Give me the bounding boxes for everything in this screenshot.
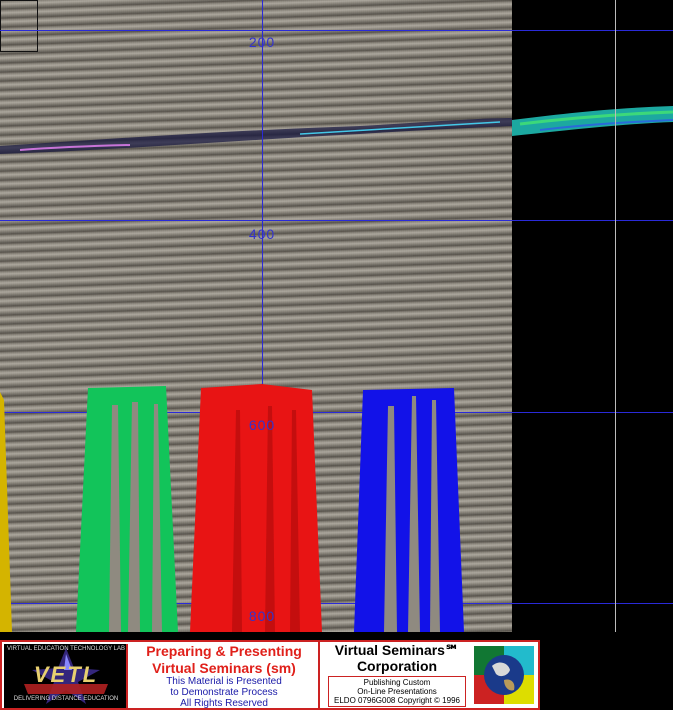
- corporation-info: Publishing Custom On-Line Presentations …: [328, 676, 466, 707]
- depth-label-400: 400: [248, 226, 276, 242]
- depth-label-800: 800: [248, 608, 276, 624]
- logo-top-text: VIRTUAL EDUCATION TECHNOLOGY LAB: [6, 646, 126, 652]
- seismic-viewport[interactable]: 200 400 600 800: [0, 0, 673, 632]
- corporation-title-line2: Corporation: [356, 658, 438, 674]
- depth-label-200: 200: [248, 34, 276, 50]
- yellow-well-bar: [0, 392, 12, 632]
- seminar-title-box: Preparing & Presenting Virtual Seminars …: [130, 642, 320, 709]
- green-well-bar: [76, 386, 178, 632]
- globe-icon: [474, 646, 534, 704]
- seminar-title-line2: Virtual Seminars (sm): [152, 660, 296, 676]
- corporation-info-line2: On-Line Presentations: [357, 687, 437, 696]
- seminar-note-line2: to Demonstrate Process: [170, 687, 278, 698]
- corporation-title-line1: Virtual Seminars℠: [334, 642, 460, 658]
- seminar-note-line3: All Rights Reserved: [180, 698, 268, 709]
- globe-logo: [474, 646, 534, 704]
- corporation-box: Virtual Seminars℠ Corporation Publishing…: [322, 642, 472, 708]
- depth-label-600: 600: [248, 417, 276, 433]
- vetl-logo: VIRTUAL EDUCATION TECHNOLOGY LAB VETL DE…: [4, 644, 128, 708]
- banner-frame: VIRTUAL EDUCATION TECHNOLOGY LAB VETL DE…: [0, 640, 540, 710]
- well-log-bars: [0, 384, 464, 632]
- seminar-title-line1: Preparing & Presenting: [146, 643, 302, 659]
- footer-banner: VIRTUAL EDUCATION TECHNOLOGY LAB VETL DE…: [0, 640, 673, 710]
- seminar-note-line1: This Material is Presented: [166, 676, 282, 687]
- corporation-info-line1: Publishing Custom: [363, 678, 431, 687]
- logo-bottom-text: DELIVERING DISTANCE EDUCATION: [13, 696, 119, 702]
- blue-well-bar: [354, 388, 464, 632]
- corporation-info-line3: ELDO 0796G008 Copyright © 1996: [334, 696, 460, 705]
- logo-text: VETL: [33, 662, 99, 687]
